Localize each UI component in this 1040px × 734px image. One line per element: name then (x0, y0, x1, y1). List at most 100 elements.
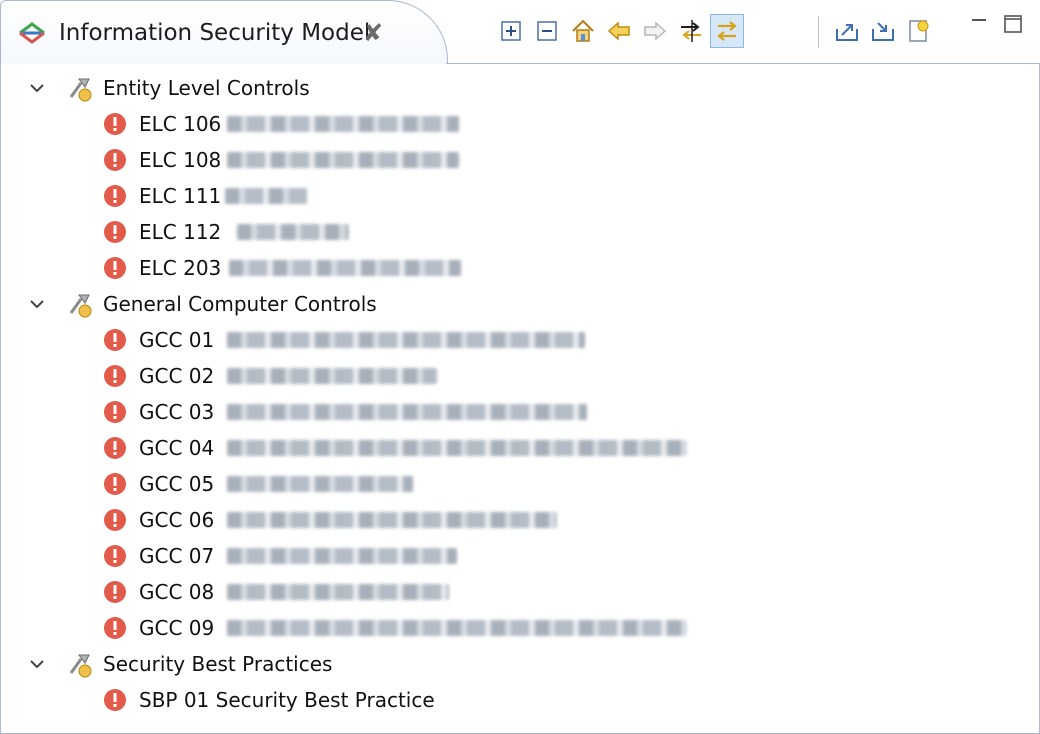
collapse-all-button[interactable] (530, 14, 564, 48)
redacted-text (227, 476, 413, 492)
tree-item-label: GCC 06 (139, 508, 215, 532)
minimize-button[interactable] (966, 10, 994, 38)
tree-group-entity-level-controls[interactable]: Entity Level Controls (1, 70, 1031, 106)
maximize-button[interactable] (1000, 10, 1028, 38)
tree-item[interactable]: GCC 08 (1, 574, 1031, 610)
redacted-text (227, 368, 437, 384)
error-icon (104, 401, 126, 423)
error-icon (104, 581, 126, 603)
tree-item[interactable]: GCC 06 (1, 502, 1031, 538)
redacted-text (237, 224, 349, 240)
tree-item-label: ELC 108 (139, 148, 222, 172)
error-icon (104, 149, 126, 171)
tree-item[interactable]: GCC 05 (1, 466, 1031, 502)
security-model-icon (19, 22, 45, 44)
tree-item-label: GCC 04 (139, 436, 215, 460)
security-model-tree: Entity Level Controls ELC 106 ELC 108 EL… (0, 64, 1040, 734)
information-security-model-view: Information Security Model ✘ Entity Leve… (0, 0, 1040, 734)
sync-button[interactable] (710, 14, 744, 48)
error-icon (104, 689, 126, 711)
error-icon (104, 473, 126, 495)
tree-item[interactable]: GCC 04 (1, 430, 1031, 466)
maximize-icon (1004, 15, 1022, 33)
tree-item-label: GCC 03 (139, 400, 215, 424)
forward-button[interactable] (638, 14, 672, 48)
tree-item-label: GCC 09 (139, 616, 215, 640)
redacted-text (225, 188, 307, 204)
tree-item[interactable]: GCC 02 (1, 358, 1031, 394)
tree-item-label: GCC 01 (139, 328, 215, 352)
tree-item-label: ELC 111 (139, 184, 222, 208)
expand-all-icon (501, 21, 521, 41)
tree-group-label: General Computer Controls (103, 292, 377, 316)
expand-all-button[interactable] (494, 14, 528, 48)
tree-group-label: Security Best Practices (103, 652, 333, 676)
view-header: Information Security Model ✘ (0, 0, 1040, 64)
redacted-text (229, 260, 461, 276)
tree-item[interactable]: ELC 106 (1, 106, 1031, 142)
error-icon (104, 365, 126, 387)
chevron-down-icon[interactable] (25, 652, 49, 676)
redacted-text (227, 512, 557, 528)
error-icon (104, 257, 126, 279)
tree-item[interactable]: GCC 07 (1, 538, 1031, 574)
toolbar-separator (818, 16, 819, 48)
redacted-text (227, 404, 587, 420)
redacted-text (227, 548, 457, 564)
control-group-icon (69, 654, 92, 678)
import-button[interactable] (866, 14, 900, 48)
back-arrow-icon (607, 21, 630, 41)
error-icon (104, 617, 126, 639)
redacted-text (227, 620, 687, 636)
tree-item-label: ELC 106 (139, 112, 222, 136)
import-icon (872, 22, 894, 41)
view-tab[interactable]: Information Security Model ✘ (0, 0, 448, 64)
error-icon (104, 329, 126, 351)
error-icon (104, 545, 126, 567)
tree-item-label: GCC 07 (139, 544, 215, 568)
back-button[interactable] (602, 14, 636, 48)
new-item-button[interactable] (902, 14, 936, 48)
redacted-text (227, 116, 459, 132)
tree-item[interactable]: GCC 03 (1, 394, 1031, 430)
control-group-icon (69, 294, 92, 318)
collapse-all-icon (537, 21, 557, 41)
error-icon (104, 113, 126, 135)
minimize-icon (972, 19, 986, 21)
new-item-icon (909, 20, 929, 42)
tree-item[interactable]: ELC 111 (1, 178, 1031, 214)
redacted-text (227, 152, 459, 168)
error-icon (104, 437, 126, 459)
link-editor-icon (681, 20, 701, 42)
tree-group-label: Entity Level Controls (103, 76, 310, 100)
forward-arrow-icon (644, 21, 667, 41)
redacted-text (227, 584, 449, 600)
redacted-text (227, 332, 585, 348)
tree-item[interactable]: GCC 09 (1, 610, 1031, 646)
home-icon (572, 19, 594, 42)
tree-item-label: SBP 01 Security Best Practice (139, 688, 435, 712)
link-button[interactable] (674, 14, 708, 48)
control-group-icon (69, 78, 92, 102)
tree-item-label: ELC 203 (139, 256, 222, 280)
sync-icon (717, 21, 737, 41)
export-icon (836, 24, 858, 41)
close-icon[interactable]: ✘ (363, 1, 383, 65)
chevron-down-icon[interactable] (25, 76, 49, 100)
error-icon (104, 185, 126, 207)
tree-item[interactable]: ELC 108 (1, 142, 1031, 178)
chevron-down-icon[interactable] (25, 292, 49, 316)
tree-group-security-best-practices[interactable]: Security Best Practices (1, 646, 1031, 682)
tree-item[interactable]: ELC 112 (1, 214, 1031, 250)
tree-item-label: GCC 08 (139, 580, 215, 604)
tree-item[interactable]: GCC 01 (1, 322, 1031, 358)
home-button[interactable] (566, 14, 600, 48)
tree-item-label: GCC 02 (139, 364, 215, 388)
tree-item-label: GCC 05 (139, 472, 215, 496)
export-button[interactable] (830, 14, 864, 48)
tree-group-general-computer-controls[interactable]: General Computer Controls (1, 286, 1031, 322)
tree-item[interactable]: ELC 203 (1, 250, 1031, 286)
redacted-text (227, 440, 687, 456)
view-title: Information Security Model (59, 20, 371, 46)
tree-item[interactable]: SBP 01 Security Best Practice (1, 682, 1031, 718)
